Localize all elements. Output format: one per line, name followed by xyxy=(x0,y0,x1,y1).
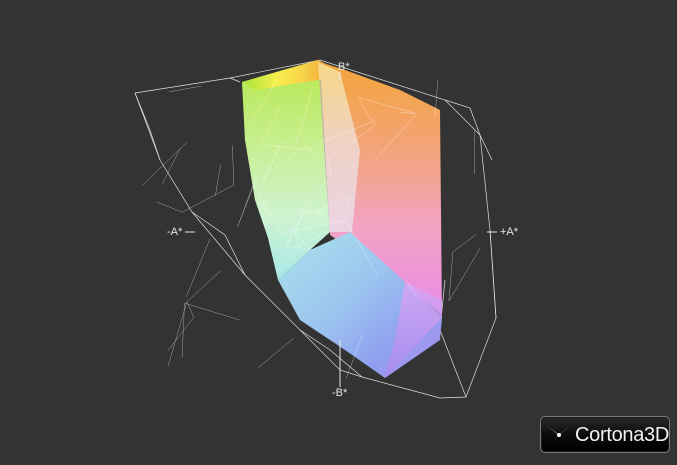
cortona3d-logo[interactable]: Cortona3D xyxy=(540,416,670,453)
mesh-edge xyxy=(258,338,293,367)
mesh-edge xyxy=(449,252,453,301)
mesh-edge xyxy=(182,185,234,212)
mesh-edge xyxy=(453,235,476,252)
mesh-edge xyxy=(215,165,220,196)
mesh-edge xyxy=(187,271,221,302)
mesh-edge xyxy=(168,302,187,367)
mesh-edge xyxy=(449,248,481,301)
axis-label-b-plus: B* xyxy=(338,62,350,73)
3d-viewport[interactable]: B* -A* +A* -B* Cortona3D xyxy=(0,0,677,460)
axis-label-a-minus: -A* xyxy=(167,227,182,238)
cortona-star-icon xyxy=(545,422,573,448)
measured-gamut-solid xyxy=(242,60,442,378)
logo-brand-text: Cortona3D xyxy=(575,423,669,447)
axis-label-a-plus: +A* xyxy=(500,227,518,238)
mesh-edge xyxy=(185,303,240,320)
mesh-edge xyxy=(232,146,233,185)
mesh-edge xyxy=(186,239,210,297)
mesh-edge xyxy=(238,177,257,226)
axis-label-b-minus: -B* xyxy=(332,388,347,399)
mesh-edge xyxy=(187,302,194,318)
mesh-edge xyxy=(157,202,183,212)
